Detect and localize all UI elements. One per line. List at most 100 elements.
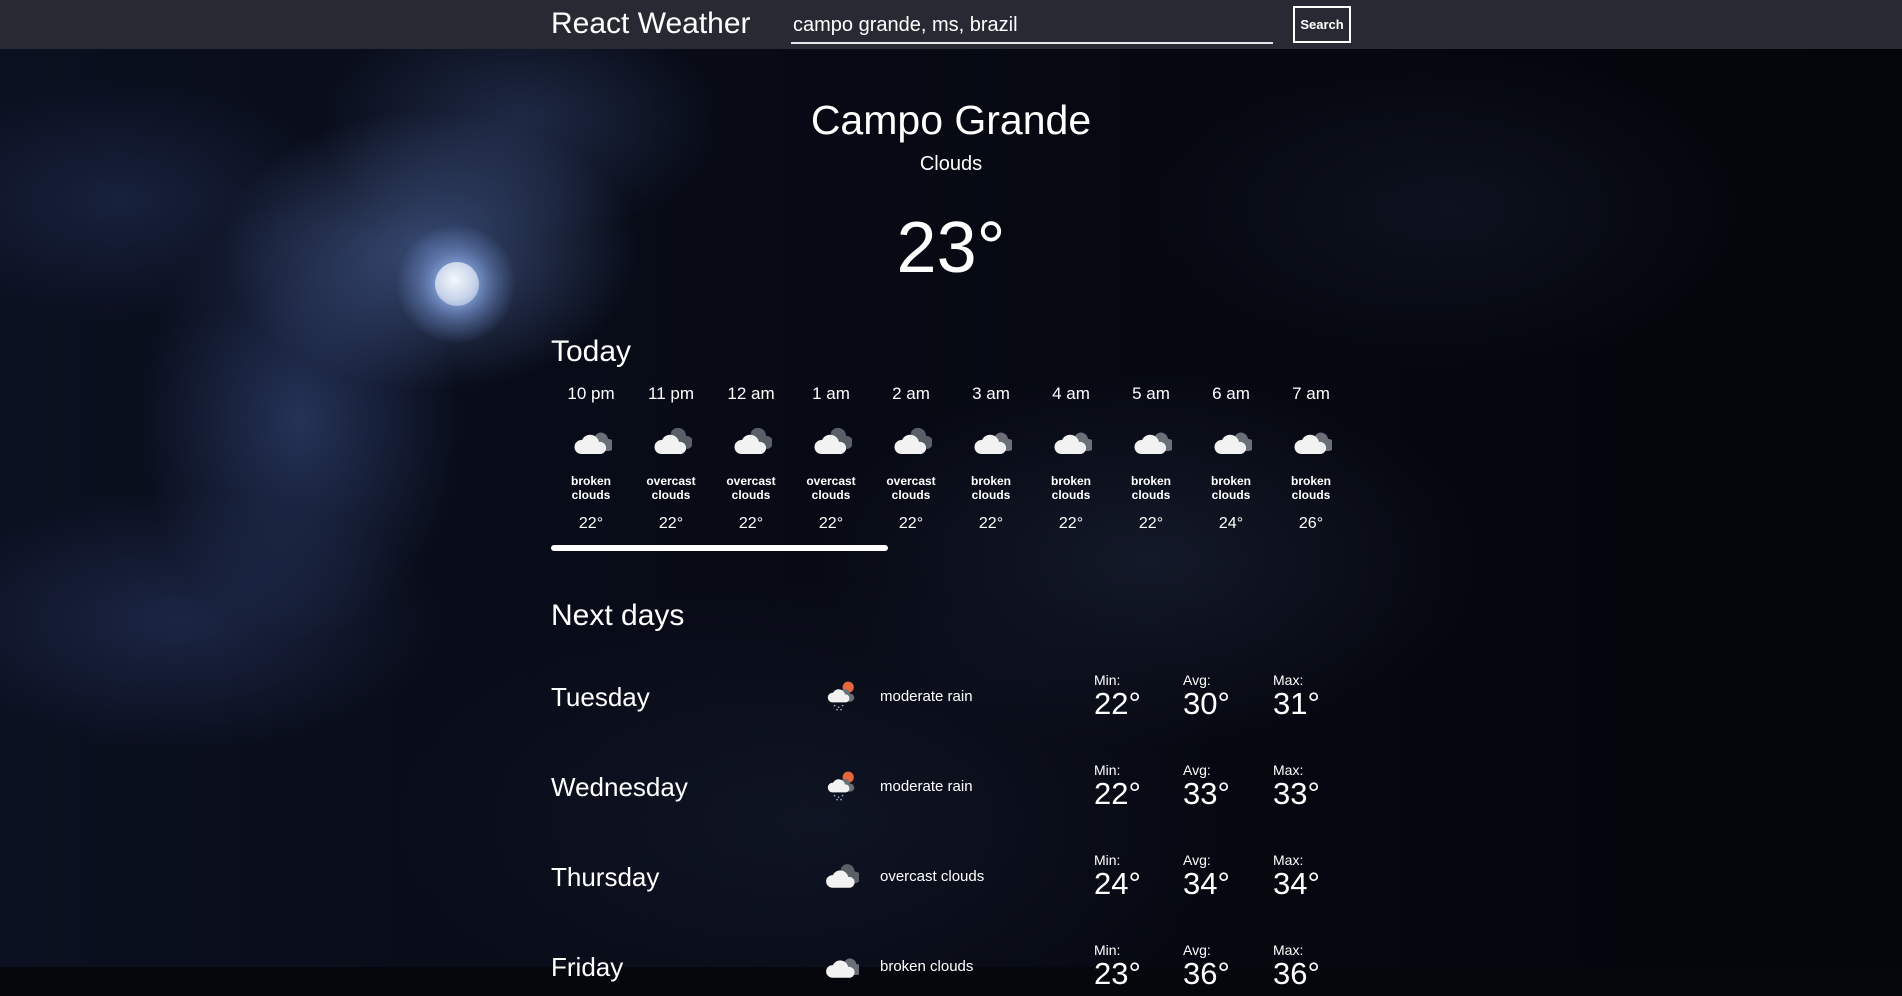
overcast-clouds-icon	[650, 424, 694, 458]
max-temp: Max: 36°	[1273, 936, 1353, 990]
avg-temp: Avg: 34°	[1183, 846, 1263, 900]
hour-description: broken clouds	[1130, 474, 1171, 502]
min-temp: Min: 22°	[1094, 756, 1174, 810]
hour-time: 5 am	[1132, 384, 1170, 403]
hour-time: 1 am	[812, 384, 850, 403]
broken-clouds-night-icon	[1130, 424, 1175, 458]
max-temp: Max: 33°	[1273, 756, 1353, 810]
hour-description: broken clouds	[1210, 474, 1251, 502]
max-value: 31°	[1273, 686, 1320, 721]
max-temp: Max: 31°	[1273, 666, 1353, 720]
day-name: Friday	[551, 952, 624, 982]
hour-time: 2 am	[892, 384, 930, 403]
hour-description: broken clouds	[1050, 474, 1091, 502]
hourly-item: 1 am overcast clouds 22°	[791, 382, 871, 532]
min-value: 24°	[1094, 866, 1141, 901]
day-row: Friday broken clouds Min: 23° Avg: 36° Max: 36°	[551, 936, 1351, 996]
min-value: 23°	[1094, 956, 1141, 991]
hourly-item: 11 pm overcast clouds 22°	[631, 382, 711, 532]
broken-clouds-night-icon	[1210, 424, 1255, 458]
avg-value: 30°	[1183, 686, 1230, 721]
avg-temp: Avg: 33°	[1183, 756, 1263, 810]
today-heading: Today	[551, 335, 632, 368]
broken-clouds-night-icon	[570, 424, 615, 458]
hour-time: 3 am	[972, 384, 1010, 403]
broken-clouds-night-icon	[1050, 424, 1095, 458]
overcast-clouds-icon	[890, 424, 934, 458]
hour-temperature: 22°	[978, 515, 1004, 532]
day-description: moderate rain	[880, 688, 973, 705]
hour-description: overcast clouds	[806, 474, 856, 502]
hour-time: 7 am	[1292, 384, 1330, 403]
current-temperature: 23°	[896, 208, 1006, 288]
hour-temperature: 26°	[1298, 515, 1324, 532]
hour-temperature: 22°	[1138, 515, 1164, 532]
hourly-item: 12 am overcast clouds 22°	[711, 382, 791, 532]
max-value: 33°	[1273, 776, 1320, 811]
app-title: React Weather	[551, 7, 751, 40]
day-row: Wednesday moderate rain Min: 22° Avg: 33° Max:…	[551, 756, 1351, 816]
day-row: Thursday overcast clouds Min: 24° Avg: 34° Max…	[551, 846, 1351, 906]
rain-sun-icon	[823, 770, 859, 802]
broken-clouds-night-icon	[970, 424, 1015, 458]
hour-time: 11 pm	[648, 384, 694, 403]
min-temp: Min: 22°	[1094, 666, 1174, 720]
day-name: Tuesday	[551, 682, 650, 712]
hour-time: 10 pm	[567, 384, 615, 403]
hourly-item: 7 am broken clouds 26°	[1271, 382, 1351, 532]
broken-clouds-icon	[823, 950, 863, 982]
hour-time: 6 am	[1212, 384, 1250, 403]
city-name: Campo Grande	[810, 97, 1092, 143]
hourly-item: 10 pm broken clouds 22°	[551, 382, 631, 532]
hour-time: 12 am	[727, 384, 775, 403]
max-temp: Max: 34°	[1273, 846, 1353, 900]
hour-description: overcast clouds	[886, 474, 936, 502]
day-name: Thursday	[551, 862, 660, 892]
min-value: 22°	[1094, 686, 1141, 721]
hour-description: broken clouds	[970, 474, 1011, 502]
day-description: moderate rain	[880, 778, 973, 795]
hourly-item: 2 am overcast clouds 22°	[871, 382, 951, 532]
hour-temperature: 22°	[818, 515, 844, 532]
hour-temperature: 22°	[578, 515, 604, 532]
hourly-item: 4 am broken clouds 22°	[1031, 382, 1111, 532]
hour-description: broken clouds	[1290, 474, 1331, 502]
hour-temperature: 22°	[1058, 515, 1084, 532]
day-description: broken clouds	[880, 958, 974, 975]
hour-time: 4 am	[1052, 384, 1090, 403]
hour-temperature: 22°	[658, 515, 684, 532]
min-temp: Min: 24°	[1094, 846, 1174, 900]
top-bar: React Weather Search	[0, 0, 1902, 49]
broken-clouds-night-icon	[1290, 424, 1335, 458]
search-button[interactable]: Search	[1293, 6, 1351, 43]
hourly-item: 6 am broken clouds 24°	[1191, 382, 1271, 532]
max-value: 36°	[1273, 956, 1320, 991]
rain-sun-icon	[823, 680, 859, 712]
min-value: 22°	[1094, 776, 1141, 811]
overcast-clouds-icon	[823, 860, 861, 892]
avg-temp: Avg: 36°	[1183, 936, 1263, 990]
avg-temp: Avg: 30°	[1183, 666, 1263, 720]
overcast-clouds-icon	[730, 424, 774, 458]
avg-value: 36°	[1183, 956, 1230, 991]
overcast-clouds-icon	[810, 424, 854, 458]
hourly-scrollbar[interactable]	[551, 545, 888, 551]
day-row: Tuesday moderate rain Min: 22° Avg: 30° Max: 31…	[551, 666, 1351, 726]
current-condition: Clouds	[919, 153, 983, 175]
max-value: 34°	[1273, 866, 1320, 901]
hour-temperature: 22°	[898, 515, 924, 532]
day-name: Wednesday	[551, 772, 688, 802]
hourly-item: 3 am broken clouds 22°	[951, 382, 1031, 532]
search-input[interactable]	[791, 8, 1273, 44]
next-days-heading: Next days	[551, 599, 685, 632]
avg-value: 33°	[1183, 776, 1230, 811]
avg-value: 34°	[1183, 866, 1230, 901]
min-temp: Min: 23°	[1094, 936, 1174, 990]
hourly-item: 5 am broken clouds 22°	[1111, 382, 1191, 532]
hour-temperature: 22°	[738, 515, 764, 532]
hour-description: broken clouds	[570, 474, 611, 502]
hour-description: overcast clouds	[726, 474, 776, 502]
hour-temperature: 24°	[1218, 515, 1244, 532]
hourly-forecast[interactable]: 10 pm broken clouds 22° 11 pm overcast cloud…	[551, 382, 1351, 542]
hour-description: overcast clouds	[646, 474, 696, 502]
